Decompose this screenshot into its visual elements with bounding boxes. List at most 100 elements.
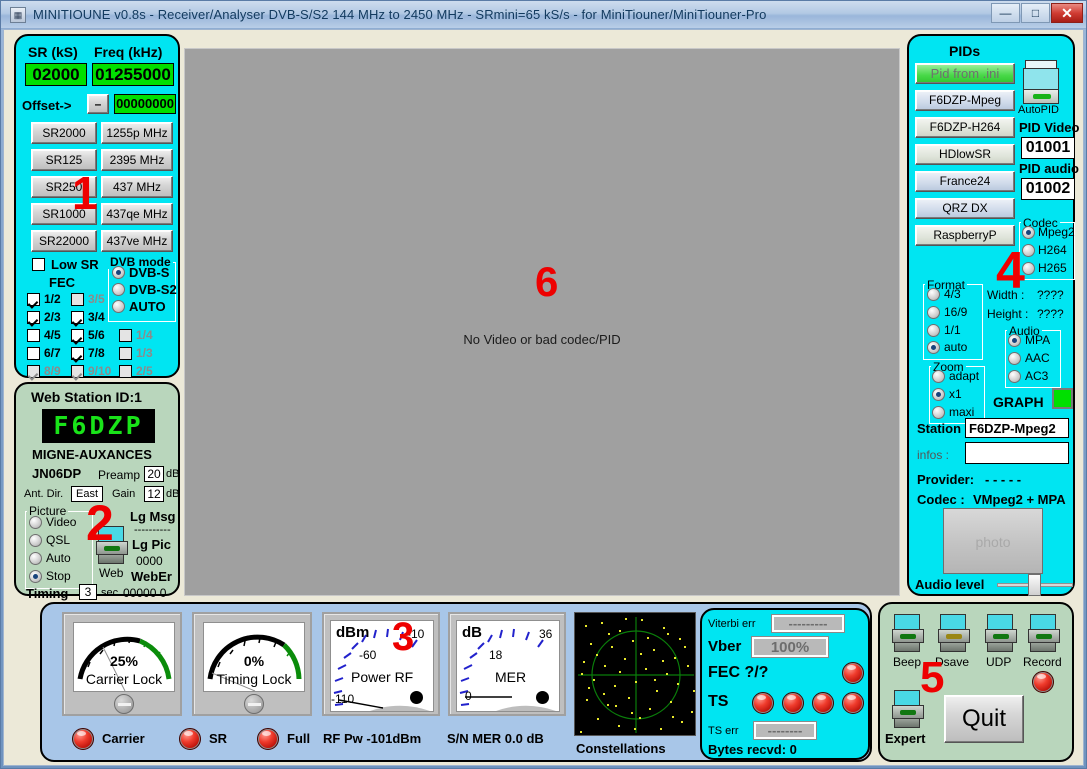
provider-label: Provider:: [917, 472, 974, 487]
constellation-display[interactable]: [574, 612, 696, 736]
zoom-radio-adapt[interactable]: [932, 370, 945, 383]
picture-radio-qsl[interactable]: [29, 534, 42, 547]
web-switch-label: Web: [99, 566, 123, 580]
freq-preset-2[interactable]: 437 MHz: [101, 176, 173, 198]
annotation-5: 5: [920, 656, 944, 700]
graph-indicator[interactable]: [1052, 388, 1073, 409]
picture-label-2: Auto: [46, 551, 71, 565]
codec-label-2: H265: [1038, 261, 1067, 275]
offset-sign-button[interactable]: –: [87, 94, 109, 114]
dvb-mode-radio-dvbs[interactable]: [112, 266, 125, 279]
station-input[interactable]: F6DZP-Mpeg2: [965, 418, 1069, 438]
offset-input[interactable]: 00000000: [114, 94, 176, 114]
pid-button-hdlowsr[interactable]: HDlowSR: [915, 144, 1015, 165]
photo-box[interactable]: photo: [943, 508, 1043, 574]
freq-preset-0[interactable]: 1255p MHz: [101, 122, 173, 144]
sr-input[interactable]: 02000: [25, 63, 87, 86]
beep-switch[interactable]: [892, 614, 924, 654]
led-fec: [842, 662, 864, 684]
format-radio-4-3[interactable]: [927, 288, 940, 301]
preamp-input[interactable]: 20: [144, 466, 164, 482]
pid-audio-input[interactable]: 01002: [1021, 178, 1075, 200]
audio-radio-ac3[interactable]: [1008, 370, 1021, 383]
annotation-3: 3: [392, 617, 414, 657]
pid-video-input[interactable]: 01001: [1021, 137, 1075, 159]
pids-title: PIDs: [949, 43, 980, 59]
fec-checkbox-3-5[interactable]: [71, 293, 84, 306]
freq-preset-4[interactable]: 437ve MHz: [101, 230, 173, 252]
dvb-mode-radio-dvbs2[interactable]: [112, 283, 125, 296]
locator-label: JN06DP: [32, 466, 81, 481]
format-radio-auto[interactable]: [927, 341, 940, 354]
picture-radio-stop[interactable]: [29, 570, 42, 583]
timing-input[interactable]: 3: [79, 584, 97, 600]
gain-input[interactable]: 12: [144, 486, 164, 502]
power-rf-face: dBm -10 -60 Power RF -110: [330, 620, 434, 712]
pid-button-qrzdx[interactable]: QRZ DX: [915, 198, 1015, 219]
fec-checkbox-5-6[interactable]: [71, 329, 84, 342]
app-icon: ▦: [10, 7, 26, 23]
zoom-radio-x1[interactable]: [932, 388, 945, 401]
annotation-2: 2: [86, 498, 114, 548]
fec-checkbox-6-7[interactable]: [27, 347, 40, 360]
record-switch[interactable]: [1028, 614, 1060, 654]
pid-button-f6dzp-mpeg[interactable]: F6DZP-Mpeg: [915, 90, 1015, 111]
audio-level-thumb[interactable]: [1028, 574, 1041, 596]
fec-checkbox-1-4[interactable]: [119, 329, 132, 342]
format-radio-1-1[interactable]: [927, 324, 940, 337]
pid-button-f6dzp-h264[interactable]: F6DZP-H264: [915, 117, 1015, 138]
fec-checkbox-2-5[interactable]: [119, 365, 132, 378]
power-rf-needle-dot: [410, 691, 423, 704]
vber-value: 100%: [752, 637, 828, 657]
dsave-switch[interactable]: [938, 614, 970, 654]
picture-radio-video[interactable]: [29, 516, 42, 529]
pid-button-ini[interactable]: Pid from .ini: [915, 63, 1015, 84]
pid-button-france24[interactable]: France24: [915, 171, 1015, 192]
maximize-button[interactable]: □: [1021, 3, 1050, 23]
sr-preset-0[interactable]: SR2000: [31, 122, 97, 144]
infos-input[interactable]: [965, 442, 1069, 464]
fec-checkbox-2-3[interactable]: [27, 311, 40, 324]
infos-label: infos :: [917, 448, 949, 462]
low-sr-label: Low SR: [51, 257, 99, 272]
quit-button[interactable]: Quit: [944, 695, 1024, 743]
vber-label: Vber: [708, 638, 741, 655]
close-button[interactable]: ✕: [1051, 3, 1083, 23]
freq-input[interactable]: 01255000: [92, 63, 174, 86]
audio-radio-aac[interactable]: [1008, 352, 1021, 365]
zoom-radio-maxi[interactable]: [932, 406, 945, 419]
sr-led-label: SR: [209, 731, 227, 746]
fec-checkbox-7-8[interactable]: [71, 347, 84, 360]
format-radio-16-9[interactable]: [927, 306, 940, 319]
freq-preset-1[interactable]: 2395 MHz: [101, 149, 173, 171]
fec-checkbox-9-10[interactable]: [71, 365, 84, 378]
pid-video-label: PID Video: [1019, 120, 1079, 135]
timing-lock-knob[interactable]: [244, 694, 264, 714]
fec-checkbox-1-2[interactable]: [27, 293, 40, 306]
udp-label: UDP: [986, 655, 1011, 669]
codec-radio-mpeg2[interactable]: [1022, 226, 1035, 239]
video-display[interactable]: No Video or bad codec/PID: [184, 48, 900, 596]
udp-switch[interactable]: [985, 614, 1017, 654]
sr-preset-4[interactable]: SR22000: [31, 230, 97, 252]
fec-checkbox-3-4[interactable]: [71, 311, 84, 324]
dvb-mode-radio-auto[interactable]: [112, 300, 125, 313]
minimize-button[interactable]: —: [991, 3, 1020, 23]
timing-lock-value: 0%: [204, 653, 304, 669]
sr-label: SR (kS): [28, 44, 78, 60]
fec-checkbox-1-3[interactable]: [119, 347, 132, 360]
mer-status: S/N MER 0.0 dB: [447, 731, 544, 746]
annotation-6: 6: [535, 261, 558, 303]
audio-radio-mpa[interactable]: [1008, 334, 1021, 347]
fec-label-5-6: 5/6: [88, 328, 105, 342]
carrier-lock-knob[interactable]: [114, 694, 134, 714]
picture-radio-auto[interactable]: [29, 552, 42, 565]
format-label-1: 16/9: [944, 305, 967, 319]
low-sr-checkbox[interactable]: [32, 258, 45, 271]
fec-checkbox-8-9[interactable]: [27, 365, 40, 378]
expert-label: Expert: [885, 731, 925, 746]
freq-preset-3[interactable]: 437qe MHz: [101, 203, 173, 225]
codec-label-1: H264: [1038, 243, 1067, 257]
fec-label-9-10: 9/10: [88, 364, 111, 378]
fec-checkbox-4-5[interactable]: [27, 329, 40, 342]
